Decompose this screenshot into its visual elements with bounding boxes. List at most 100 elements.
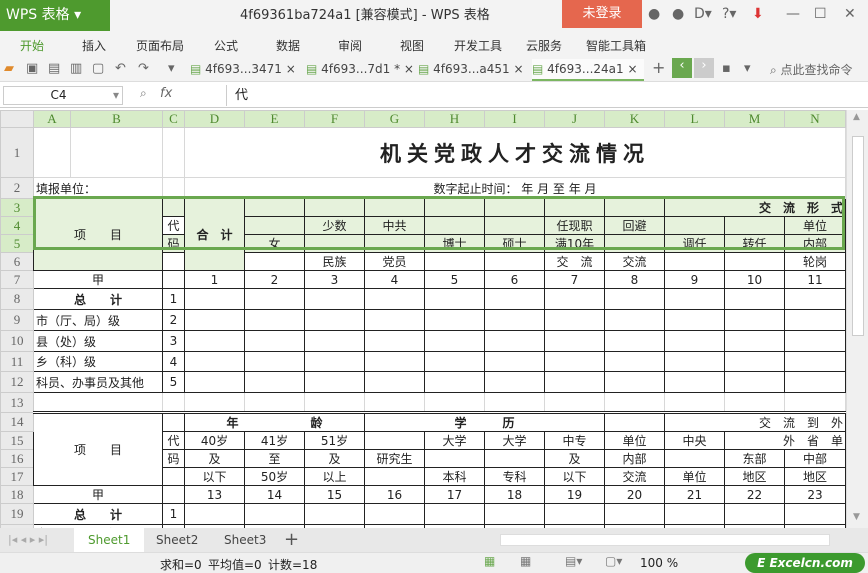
cell-C18[interactable] [162,485,185,504]
cell-D13[interactable] [184,392,245,414]
column-header[interactable]: I [484,110,545,128]
cell-E17[interactable]: 50岁 [244,467,305,486]
cell-F6[interactable]: 民族 [304,252,365,271]
cell-J6[interactable]: 交 流 [544,252,605,271]
cell-G6[interactable]: 党员 [364,252,425,271]
cell-L14[interactable]: 交 流 到 外 [664,412,846,432]
cell-H9[interactable] [424,309,485,331]
scroll-up-icon[interactable]: ▲ [853,112,860,122]
cell-J13[interactable] [544,392,605,414]
minimize-icon[interactable]: — [786,6,800,22]
cell-J9[interactable] [544,309,605,331]
cell-A7[interactable]: 甲 [33,270,163,289]
cell-G7[interactable]: 4 [364,270,425,289]
cell-N9[interactable] [784,309,846,331]
cell-D10[interactable] [184,330,245,352]
cell-F16[interactable]: 及 [304,449,365,468]
cell-K18[interactable]: 20 [604,485,665,504]
cell-E9[interactable] [244,309,305,331]
cell-F13[interactable] [304,392,365,414]
cell-L4[interactable] [664,216,725,235]
cell-G17[interactable] [364,467,425,486]
cell-F12[interactable] [304,371,365,393]
cell-F9[interactable] [304,309,365,331]
cell-L15[interactable]: 中央 [664,431,725,450]
cell-C6[interactable] [162,252,185,271]
cell-M19[interactable] [724,503,785,525]
cell-I4[interactable] [484,216,545,235]
cell-A12[interactable]: 科员、办事员及其他 [33,371,163,393]
cell-E4[interactable] [244,216,305,235]
cell-D9[interactable] [184,309,245,331]
cell-J17[interactable]: 以下 [544,467,605,486]
menu-4[interactable]: 数据 [276,37,300,54]
cell-E5[interactable]: 女 [244,234,305,253]
cell-K4[interactable]: 回避 [604,216,665,235]
cell-D16[interactable]: 及 [184,449,245,468]
horizontal-scrollbar[interactable] [500,534,830,546]
cell-N17[interactable]: 地区 [784,467,846,486]
cell-M4[interactable] [724,216,785,235]
sheet-tab[interactable]: Sheet3 [210,528,280,552]
cell-D8[interactable] [184,288,245,310]
cell-H3[interactable] [424,198,485,217]
row-header[interactable]: 9 [0,309,34,331]
zoom-level[interactable]: 100 % [640,556,678,570]
cell-F3[interactable] [304,198,365,217]
column-header[interactable]: E [244,110,305,128]
cell-M6[interactable] [724,252,785,271]
wps-menu-button[interactable]: WPS 表格 ▾ [0,0,110,31]
cell-E13[interactable] [244,392,305,414]
cell-C10[interactable]: 3 [162,330,185,352]
cell-M7[interactable]: 10 [724,270,785,289]
cell-C12[interactable]: 5 [162,371,185,393]
cell-G14[interactable]: 学 历 [364,412,605,432]
cell-F4[interactable]: 少数 [304,216,365,235]
cell-H19[interactable] [424,503,485,525]
cell-M9[interactable] [724,309,785,331]
cell-J5[interactable]: 满10年 [544,234,605,253]
cell-L10[interactable] [664,330,725,352]
cell-G15[interactable] [364,431,425,450]
cell-D1[interactable]: 机关党政人才交流情况 [184,127,846,178]
cell-L11[interactable] [664,351,725,372]
cell-H15[interactable]: 大学 [424,431,485,450]
more-dropdown-icon[interactable]: ▾ [168,61,175,76]
cell-I12[interactable] [484,371,545,393]
sheet-tab[interactable]: Sheet1 [74,528,145,552]
cell-K5[interactable] [604,234,665,253]
vertical-scrollbar[interactable]: ▲ ▼ [846,110,868,528]
row-header[interactable]: 14 [0,412,34,432]
cell-D18[interactable]: 13 [184,485,245,504]
cell-E6[interactable] [244,252,305,271]
cell-C9[interactable]: 2 [162,309,185,331]
column-header[interactable]: D [184,110,245,128]
cell-M12[interactable] [724,371,785,393]
cell-G5[interactable] [364,234,425,253]
row-header[interactable]: 18 [0,485,34,504]
menu-2[interactable]: 页面布局 [136,37,184,54]
row-header[interactable]: 17 [0,467,34,486]
cell-G12[interactable] [364,371,425,393]
cell-G3[interactable] [364,198,425,217]
column-header[interactable]: J [544,110,605,128]
cell-J19[interactable] [544,503,605,525]
next-tab-icon[interactable]: › [694,58,714,78]
menu-9[interactable]: 智能工具箱 [586,37,646,54]
cell-M11[interactable] [724,351,785,372]
cell-C17[interactable] [162,467,185,486]
cell-B1[interactable] [70,127,163,178]
help-icon[interactable]: ?▾ [722,6,736,22]
cell-E8[interactable] [244,288,305,310]
doc-tab[interactable]: ▤ 4f693...3471 × [190,59,302,81]
cell-K6[interactable]: 交流 [604,252,665,271]
export-pdf-icon[interactable]: ▤ [48,61,60,76]
cell-F18[interactable]: 15 [304,485,365,504]
cell-M17[interactable]: 地区 [724,467,785,486]
cell-E11[interactable] [244,351,305,372]
cell-H16[interactable] [424,449,485,468]
cell-C3[interactable] [162,198,185,217]
cell-A13[interactable] [33,392,163,414]
cell-L5[interactable]: 调任 [664,234,725,253]
menu-7[interactable]: 开发工具 [454,37,502,54]
